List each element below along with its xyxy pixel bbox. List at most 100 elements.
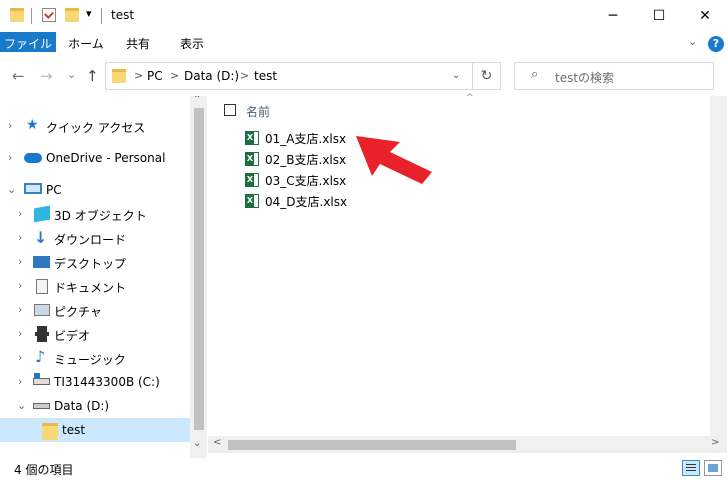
excel-file-icon (245, 152, 259, 166)
item-count: 4 個の項目 (14, 463, 74, 477)
expand-arrow-icon[interactable]: › (8, 119, 12, 132)
sidebar-item-label: Data (D:) (54, 399, 110, 413)
address-dropdown-icon[interactable]: ⌄ (452, 70, 460, 81)
sidebar-item-documents[interactable]: › ドキュメント (0, 274, 190, 298)
expand-arrow-icon[interactable]: › (18, 327, 22, 340)
scroll-up-icon[interactable]: ⌃ (193, 96, 201, 105)
sidebar-item-label: ピクチャ (54, 305, 102, 319)
sidebar-item-label: デスクトップ (54, 257, 127, 271)
tab-share[interactable]: 共有 (118, 32, 158, 56)
file-list-pane: ^ 名前 01_A支店.xlsx 02_B支店.xlsx 03_C支店.xlsx… (208, 93, 728, 458)
refresh-button[interactable]: ↻ (473, 62, 501, 90)
scroll-down-icon[interactable]: ⌄ (193, 438, 201, 449)
ribbon-tabs: ファイル ホーム 共有 表示 ⌄ ? (0, 32, 728, 56)
sidebar-scrollbar-thumb[interactable] (194, 108, 204, 430)
forward-button[interactable]: → (40, 67, 53, 85)
search-input[interactable]: ⌕ testの検索 (514, 62, 714, 90)
excel-file-icon (245, 194, 259, 208)
sidebar-item-downloads[interactable]: › ↓ ダウンロード (0, 226, 190, 250)
breadcrumb-separator: > (240, 69, 250, 82)
horizontal-scrollbar[interactable]: < > (208, 436, 727, 453)
ribbon-expand-icon[interactable]: ⌄ (688, 35, 697, 48)
expand-arrow-icon[interactable]: › (18, 207, 22, 220)
expand-arrow-icon[interactable]: › (18, 303, 22, 316)
file-name: 01_A支店.xlsx (265, 132, 347, 146)
sidebar-item-label: 3D オブジェクト (54, 209, 147, 223)
breadcrumb-data-d[interactable]: Data (D:) (184, 69, 239, 83)
sidebar-item-label: PC (46, 183, 62, 197)
maximize-button[interactable]: ☐ (636, 0, 682, 32)
expand-arrow-icon[interactable]: › (18, 231, 22, 244)
large-icons-view-button[interactable] (704, 460, 722, 476)
help-icon[interactable]: ? (708, 36, 724, 52)
address-row: ← → ⌄ ↑ > PC > Data (D:) > test ⌄ ↻ ⌕ te… (0, 56, 728, 96)
expand-arrow-icon[interactable]: › (18, 375, 22, 388)
sidebar-item-drive-d[interactable]: ⌄ Data (D:) (0, 394, 190, 418)
minimize-button[interactable]: ─ (590, 0, 636, 32)
file-name: 04_D支店.xlsx (265, 195, 348, 209)
expand-arrow-icon[interactable]: › (18, 279, 22, 292)
select-all-checkbox[interactable] (224, 104, 236, 116)
computer-icon (24, 183, 42, 194)
divider (31, 8, 32, 24)
sidebar-item-label: クイック アクセス (46, 121, 146, 135)
tab-home[interactable]: ホーム (64, 32, 108, 56)
tab-file[interactable]: ファイル (0, 32, 56, 52)
sidebar-item-pc[interactable]: ⌄ PC (0, 178, 190, 202)
breadcrumb-test[interactable]: test (254, 69, 277, 83)
sidebar-item-label: ミュージック (54, 353, 126, 367)
sidebar-item-label: TI31443300B (C:) (54, 375, 160, 389)
scroll-right-icon[interactable]: > (711, 437, 719, 448)
cloud-icon (24, 153, 42, 163)
breadcrumb-separator: > (134, 69, 144, 82)
navigation-pane: › ★ クイック アクセス › OneDrive - Personal ⌄ PC… (0, 96, 208, 458)
drive-icon (33, 403, 50, 409)
expand-arrow-icon[interactable]: › (8, 151, 12, 164)
expand-arrow-icon[interactable]: › (18, 351, 22, 364)
sidebar-item-3d-objects[interactable]: › 3D オブジェクト (0, 202, 190, 226)
sidebar-item-label: OneDrive - Personal (46, 151, 166, 165)
sidebar-item-onedrive[interactable]: › OneDrive - Personal (0, 146, 190, 170)
status-bar: 4 個の項目 (0, 458, 728, 480)
sidebar-item-drive-c[interactable]: › TI31443300B (C:) (0, 370, 190, 394)
sidebar-item-desktop[interactable]: › デスクトップ (0, 250, 190, 274)
sidebar-item-label: ビデオ (54, 329, 91, 343)
collapse-arrow-icon[interactable]: ⌄ (17, 399, 26, 412)
tab-view[interactable]: 表示 (170, 32, 214, 56)
expand-arrow-icon[interactable]: › (18, 255, 22, 268)
file-name: 02_B支店.xlsx (265, 153, 347, 167)
sidebar-item-label: ダウンロード (54, 233, 127, 247)
excel-file-icon (245, 173, 259, 187)
vertical-scrollbar[interactable] (710, 96, 727, 436)
annotation-arrow-icon (356, 136, 432, 184)
column-header-name[interactable]: 名前 (246, 103, 270, 120)
title-bar: ▾ test ─ ☐ ✕ (0, 0, 728, 32)
excel-file-icon (245, 131, 259, 145)
recent-locations-button[interactable]: ⌄ (67, 68, 76, 81)
sidebar-item-test[interactable]: test (0, 418, 190, 442)
up-button[interactable]: ↑ (86, 67, 99, 85)
drive-c-icon (33, 373, 50, 385)
address-bar[interactable]: > PC > Data (D:) > test ⌄ (105, 62, 473, 90)
breadcrumb-separator: > (170, 69, 180, 82)
scroll-left-icon[interactable]: < (213, 437, 221, 448)
new-folder-icon[interactable] (65, 8, 79, 22)
folder-icon (42, 423, 58, 440)
sidebar-item-label: test (62, 423, 86, 437)
sidebar-item-quick-access[interactable]: › ★ クイック アクセス (0, 114, 190, 138)
picture-icon (34, 304, 50, 316)
close-button[interactable]: ✕ (682, 0, 728, 32)
back-button[interactable]: ← (12, 67, 25, 85)
collapse-arrow-icon[interactable]: ⌄ (7, 183, 16, 196)
horizontal-scrollbar-thumb[interactable] (228, 440, 516, 450)
breadcrumb-pc[interactable]: PC (147, 69, 163, 83)
sidebar-item-videos[interactable]: › ビデオ (0, 322, 190, 346)
details-view-button[interactable] (682, 460, 700, 476)
properties-icon[interactable] (42, 8, 56, 22)
qat-dropdown-icon[interactable]: ▾ (86, 7, 92, 20)
sidebar-item-pictures[interactable]: › ピクチャ (0, 298, 190, 322)
star-icon: ★ (26, 117, 39, 133)
folder-icon (10, 8, 24, 22)
download-icon: ↓ (34, 228, 48, 247)
sidebar-item-music[interactable]: › ♪ ミュージック (0, 346, 190, 370)
